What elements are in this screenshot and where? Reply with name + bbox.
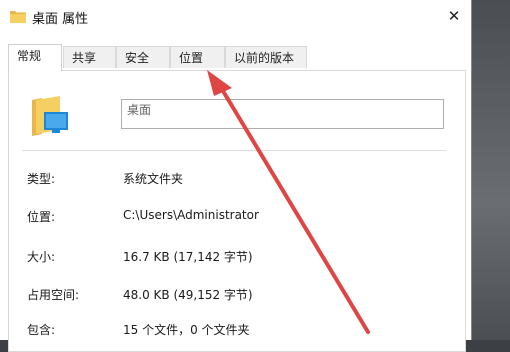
desktop-background: [470, 0, 510, 340]
location-value: C:\Users\Administrator: [123, 208, 259, 222]
tab-previous-versions[interactable]: 以前的版本: [225, 46, 307, 68]
type-value: 系统文件夹: [123, 172, 184, 186]
divider: [22, 150, 446, 151]
contains-value: 15 个文件，0 个文件夹: [123, 323, 250, 337]
folder-name-field[interactable]: 桌面: [121, 99, 444, 129]
size-value: 16.7 KB (17,142 字节): [123, 250, 253, 264]
tab-strip: 常规 共享 安全 位置 以前的版本: [8, 44, 463, 71]
close-button[interactable]: ✕: [438, 2, 470, 30]
size-on-disk-value: 48.0 KB (49,152 字节): [123, 288, 253, 302]
desktop-folder-icon: [32, 96, 68, 136]
tab-security[interactable]: 安全: [116, 46, 170, 68]
tab-sharing[interactable]: 共享: [63, 46, 116, 68]
size-on-disk-label: 占用空间:: [27, 288, 80, 302]
contains-label: 包含:: [27, 323, 56, 337]
tab-location[interactable]: 位置: [170, 46, 225, 68]
folder-icon: [10, 11, 26, 23]
type-label: 类型:: [27, 172, 56, 186]
title-bar[interactable]: 桌面 属性 ✕: [0, 0, 471, 34]
location-label: 位置:: [27, 210, 56, 224]
window-title: 桌面 属性: [32, 12, 89, 27]
tab-general[interactable]: 常规: [8, 44, 62, 71]
size-label: 大小:: [27, 250, 56, 264]
properties-dialog: 桌面 属性 ✕ 常规 共享 安全 位置 以前的版本 桌面 类型: 系统文件夹 位…: [0, 0, 472, 352]
close-icon: ✕: [447, 7, 461, 25]
